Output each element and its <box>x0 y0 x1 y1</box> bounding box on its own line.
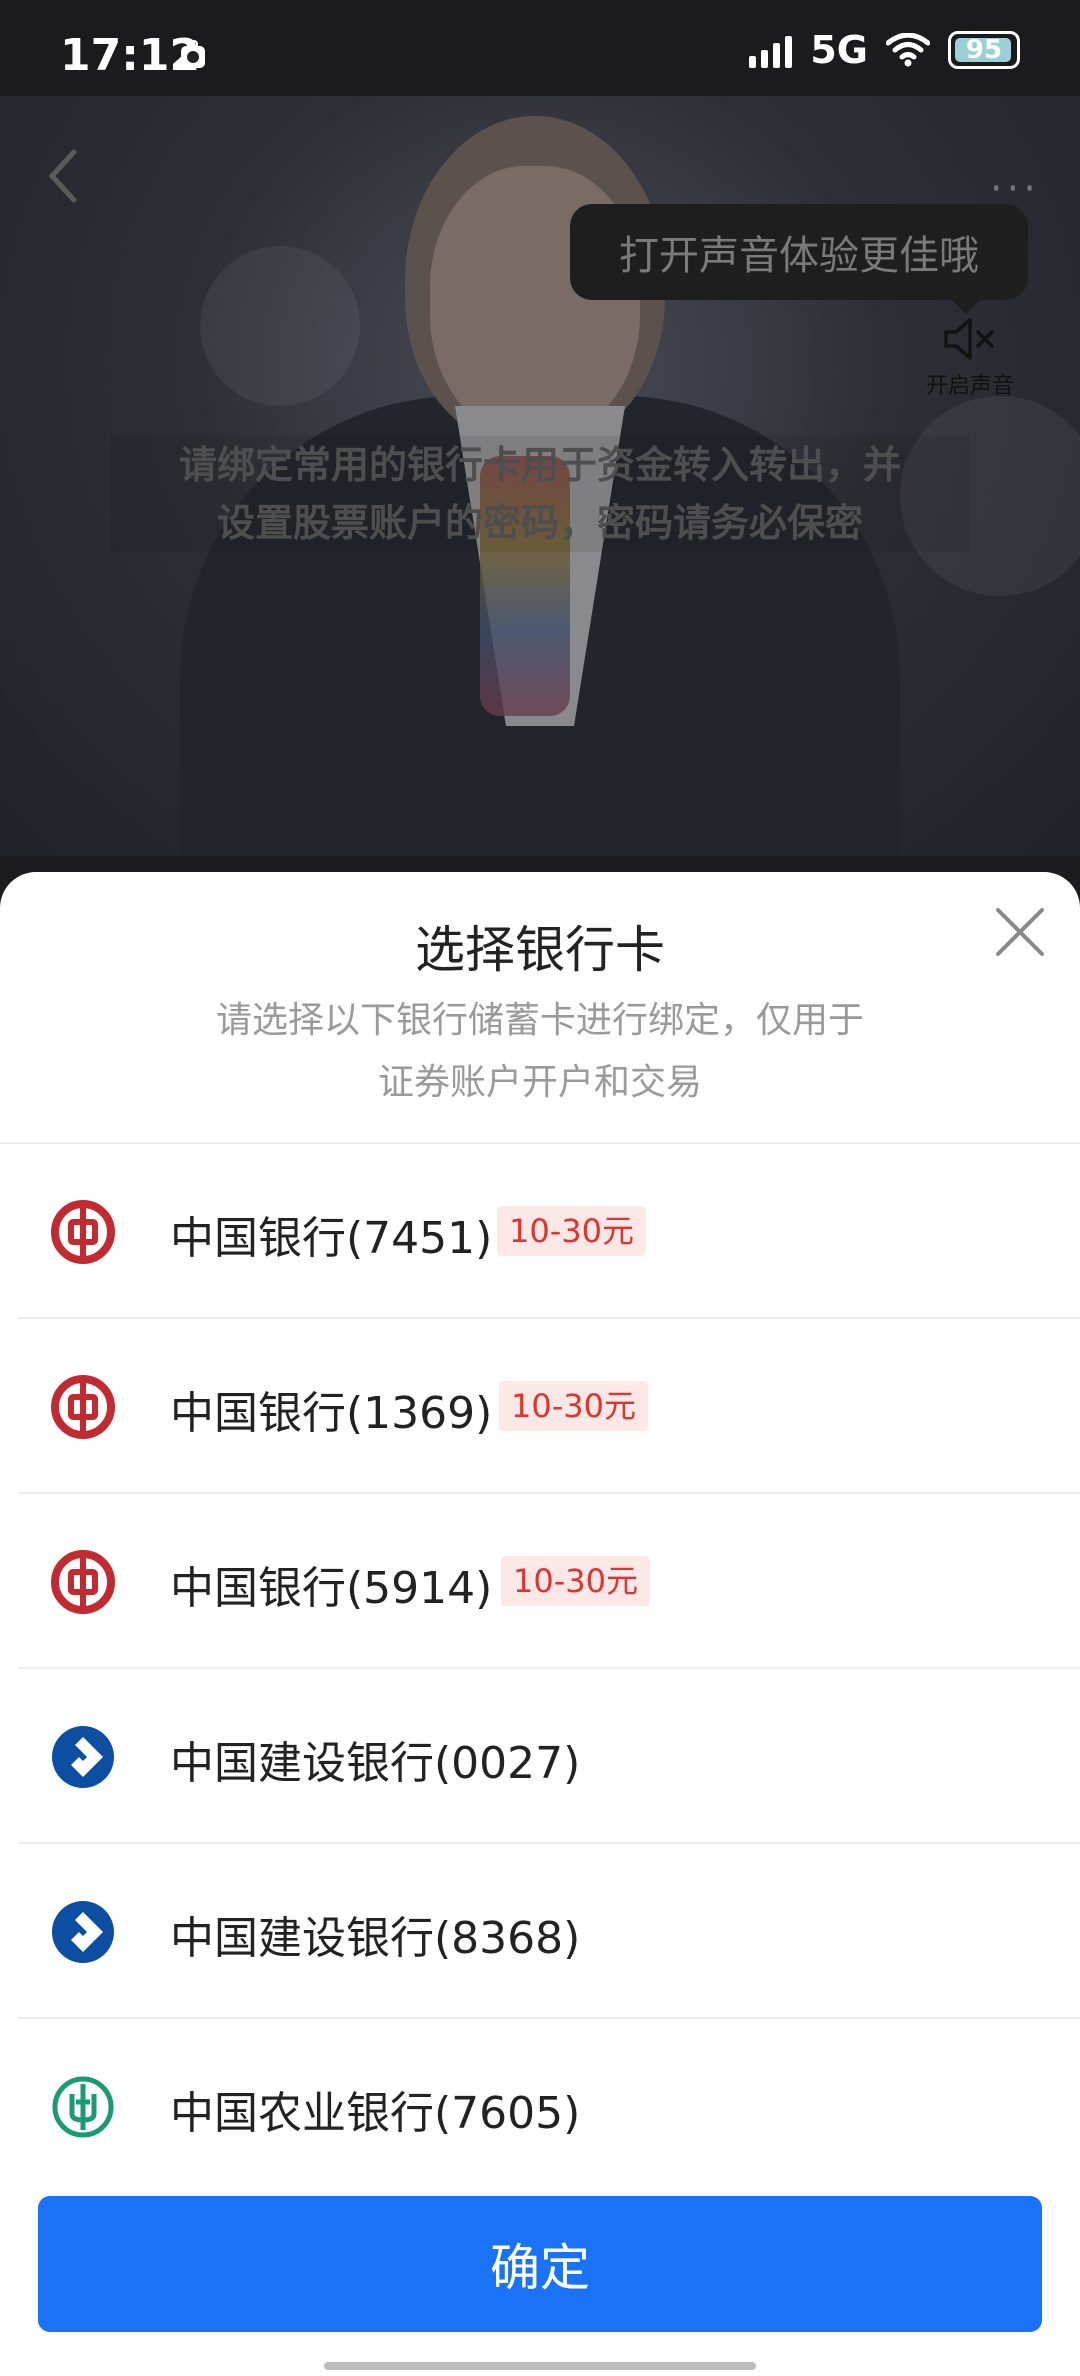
bank-card-list: 中国银行(7451) 10-30元 中国银行(1369) 10-30元 中国银行… <box>0 1144 1080 2194</box>
bank-card-item[interactable]: 中国银行(1369) 10-30元 <box>0 1319 1080 1494</box>
back-icon[interactable] <box>44 146 84 206</box>
bank-card-name: 中国农业银行(7605) <box>170 2088 581 2139</box>
sheet-description: 请选择以下银行储蓄卡进行绑定，仅用于 证券账户开户和交易 <box>215 1000 864 1103</box>
select-bank-card-sheet: 选择银行卡 请选择以下银行储蓄卡进行绑定，仅用于 证券账户开户和交易 中国银行(… <box>0 872 1080 2376</box>
bank-card-name: 中国建设银行(8368) <box>170 1913 581 1964</box>
status-bar: 17:12 5G 95 <box>0 0 1080 96</box>
abc-icon <box>52 2076 114 2138</box>
bank-card-item[interactable]: 中国建设银行(0027) <box>0 1669 1080 1844</box>
video-subtitle: 请绑定常用的银行卡用于资金转入转出，并 设置股票账户的密码，密码请务必保密 <box>110 436 970 552</box>
reward-badge: 10-30元 <box>501 1556 650 1606</box>
wifi-icon <box>886 33 930 67</box>
sheet-title: 选择银行卡 <box>415 921 665 979</box>
ccb-icon <box>52 1726 114 1788</box>
battery-icon: 95 <box>948 31 1020 69</box>
home-indicator[interactable] <box>324 2362 756 2370</box>
reward-badge: 10-30元 <box>499 1381 648 1431</box>
enable-sound-label: 开启声音 <box>925 374 1014 399</box>
boc-icon <box>51 1550 115 1614</box>
notification-app-icon <box>181 40 205 68</box>
video-player[interactable]: ··· 打开声音体验更佳哦 开启声音 请绑定常用的银行卡用于资金转入转出，并 设… <box>0 96 1080 856</box>
network-type: 5G <box>810 28 868 72</box>
boc-icon <box>51 1200 115 1264</box>
battery-level: 95 <box>965 35 1003 65</box>
bank-card-item[interactable]: 中国银行(7451) 10-30元 <box>0 1144 1080 1319</box>
bank-card-name: 中国银行(5914) <box>170 1563 493 1614</box>
confirm-button[interactable]: 确定 <box>38 2196 1042 2332</box>
bank-card-item[interactable]: 中国农业银行(7605) <box>0 2019 1080 2194</box>
enable-sound-button[interactable]: 开启声音 <box>910 314 1030 400</box>
bank-card-item[interactable]: 中国建设银行(8368) <box>0 1844 1080 2019</box>
speaker-muted-icon <box>944 318 994 360</box>
reward-badge: 10-30元 <box>497 1206 646 1256</box>
close-icon[interactable] <box>990 902 1050 962</box>
bank-card-name: 中国银行(7451) <box>170 1213 493 1264</box>
bank-card-name: 中国建设银行(0027) <box>170 1738 581 1789</box>
sound-tooltip: 打开声音体验更佳哦 <box>570 204 1028 314</box>
boc-icon <box>51 1375 115 1439</box>
signal-strength-icon <box>749 32 793 68</box>
bank-card-item[interactable]: 中国银行(5914) 10-30元 <box>0 1494 1080 1669</box>
bank-card-name: 中国银行(1369) <box>170 1388 493 1439</box>
ccb-icon <box>52 1901 114 1963</box>
